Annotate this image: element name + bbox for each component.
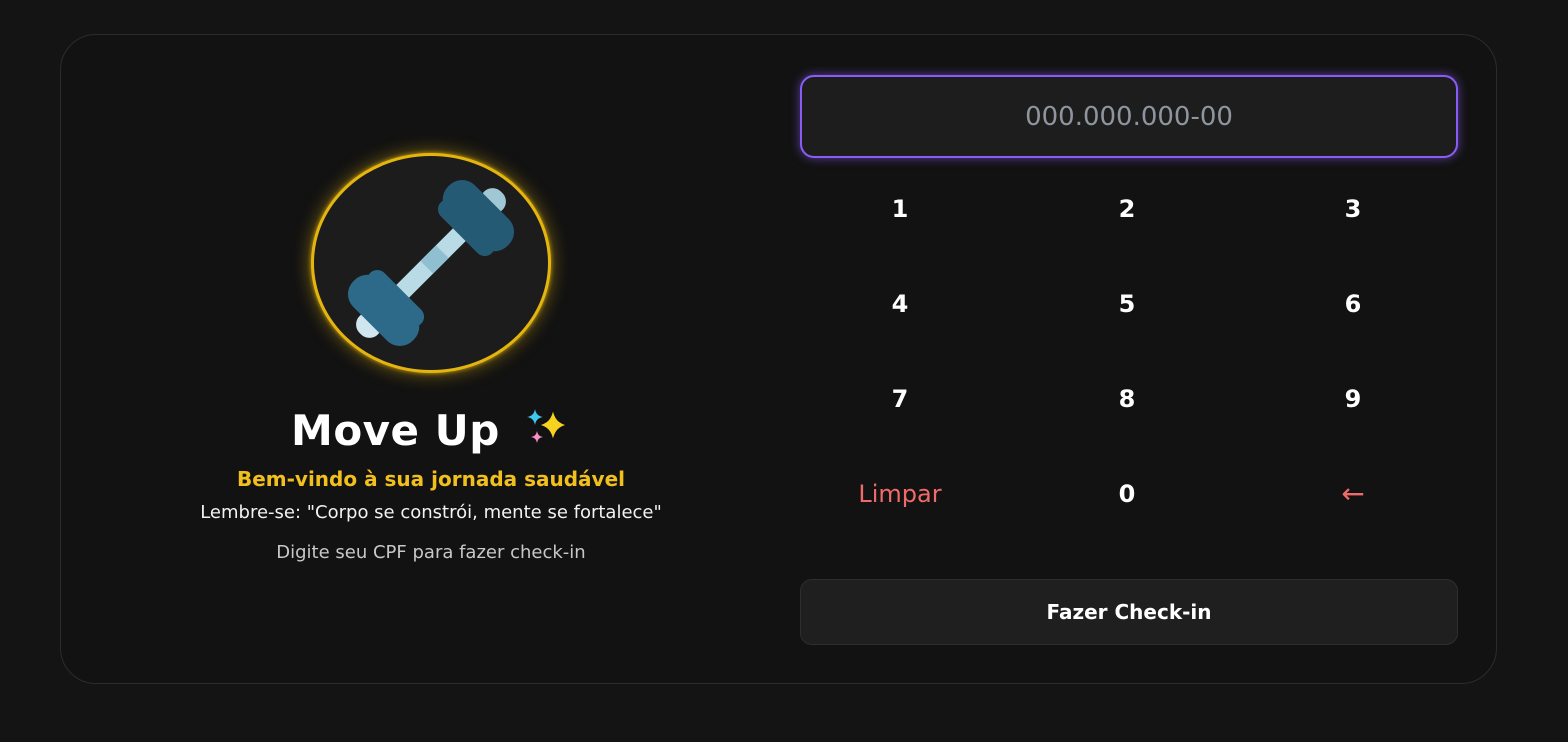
app-title-text: Move Up bbox=[291, 406, 500, 455]
logo bbox=[311, 153, 551, 373]
key-4[interactable]: 4 bbox=[800, 274, 1000, 334]
key-8[interactable]: 8 bbox=[1027, 369, 1227, 429]
clear-button[interactable]: Limpar bbox=[800, 464, 1000, 524]
welcome-panel: Move Up Bem-vindo à sua jornada saudável… bbox=[61, 35, 801, 683]
numeric-keypad: 1 2 3 4 5 6 7 8 9 Limpar 0 ← bbox=[800, 179, 1480, 559]
key-6[interactable]: 6 bbox=[1253, 274, 1453, 334]
app-title: Move Up bbox=[61, 403, 801, 455]
key-9[interactable]: 9 bbox=[1253, 369, 1453, 429]
key-5[interactable]: 5 bbox=[1027, 274, 1227, 334]
key-7[interactable]: 7 bbox=[800, 369, 1000, 429]
motivational-quote: Lembre-se: "Corpo se constrói, mente se … bbox=[200, 502, 662, 523]
checkin-card: Move Up Bem-vindo à sua jornada saudável… bbox=[60, 34, 1497, 684]
cpf-hint: Digite seu CPF para fazer check-in bbox=[276, 542, 586, 563]
backspace-icon[interactable]: ← bbox=[1253, 464, 1453, 524]
key-3[interactable]: 3 bbox=[1253, 179, 1453, 239]
checkin-button[interactable]: Fazer Check-in bbox=[800, 579, 1458, 645]
welcome-subtitle: Bem-vindo à sua jornada saudável bbox=[236, 467, 626, 491]
key-0[interactable]: 0 bbox=[1027, 464, 1227, 524]
cpf-input[interactable] bbox=[800, 75, 1458, 158]
dumbbell-icon bbox=[347, 179, 515, 347]
key-1[interactable]: 1 bbox=[800, 179, 1000, 239]
sparkles-icon bbox=[526, 406, 570, 444]
key-2[interactable]: 2 bbox=[1027, 179, 1227, 239]
